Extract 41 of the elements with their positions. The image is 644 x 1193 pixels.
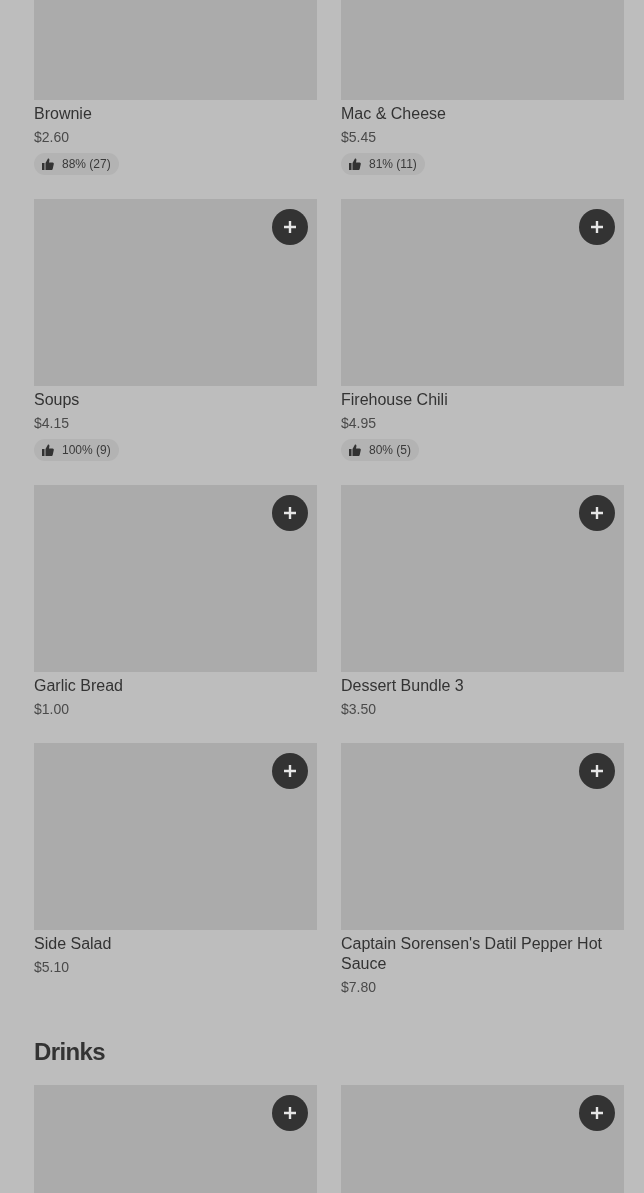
rating-text: 80% (5) [369,442,412,459]
add-button[interactable] [272,753,308,789]
plus-icon [590,506,604,520]
plus-icon [590,1106,604,1120]
item-price: $5.45 [341,128,378,147]
item-name: Brownie [34,104,93,124]
thumbs-up-icon [42,158,54,170]
item-name: Captain Sorensen's Datil Pepper Hot Sauce [341,934,603,974]
thumbs-up-icon [42,444,54,456]
item-price: $2.60 [34,128,71,147]
plus-icon [283,764,297,778]
add-button[interactable] [579,495,615,531]
add-button[interactable] [579,1095,615,1131]
item-price: $3.50 [341,700,378,719]
item-name: Soups [34,390,81,410]
thumbs-up-icon [349,158,361,170]
plus-icon [590,764,604,778]
item-price: $1.00 [34,700,71,719]
item-name: Side Salad [34,934,113,954]
item-name: Mac & Cheese [341,104,447,124]
plus-icon [283,1106,297,1120]
plus-icon [590,220,604,234]
thumbs-up-icon [349,444,361,456]
item-name: Firehouse Chili [341,390,449,410]
rating-text: 81% (11) [369,156,417,173]
item-price: $4.15 [34,414,71,433]
rating-text: 88% (27) [62,156,111,173]
add-button[interactable] [272,1095,308,1131]
section-heading: Drinks [34,1037,107,1067]
item-name: Garlic Bread [34,676,124,696]
item-price: $4.95 [341,414,378,433]
add-button[interactable] [579,209,615,245]
plus-icon [283,220,297,234]
rating-text: 100% (9) [62,442,111,459]
plus-icon [283,506,297,520]
item-price: $7.80 [341,978,378,997]
item-name: Dessert Bundle 3 [341,676,465,696]
add-button[interactable] [272,495,308,531]
add-button[interactable] [579,753,615,789]
item-price: $5.10 [34,958,71,977]
add-button[interactable] [272,209,308,245]
